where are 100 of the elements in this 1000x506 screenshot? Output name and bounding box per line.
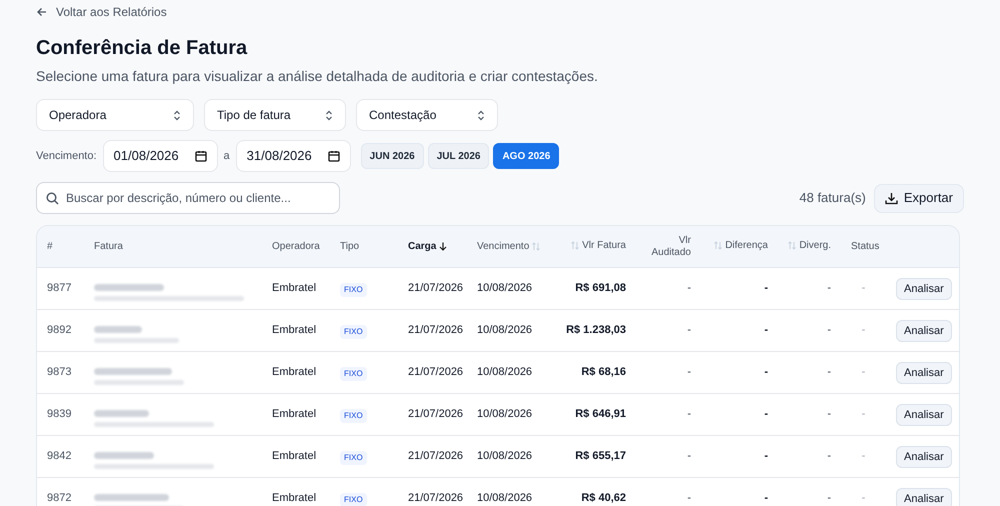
filter-select[interactable]: Tipo de fatura <box>204 99 346 131</box>
type-tag: FIXO <box>340 325 367 339</box>
divergence-count: - <box>827 282 831 294</box>
column-header: Fatura <box>94 240 123 254</box>
invoice-value: R$ 691,08 <box>575 282 626 294</box>
load-date: 21/07/2026 <box>408 282 464 294</box>
search-icon <box>46 192 59 205</box>
due-date-label: Vencimento: <box>36 148 97 164</box>
chevron-updown-icon <box>173 110 181 120</box>
audited-value: - <box>687 366 691 378</box>
column-header: # <box>47 240 53 254</box>
divergence-count: - <box>827 450 831 462</box>
status-value: - <box>862 282 866 294</box>
analyze-button[interactable]: Analisar <box>896 362 952 384</box>
page-subtitle: Selecione uma fatura para visualizar a análise detalhada de auditoria e criar contestações. <box>36 67 599 86</box>
difference-value: - <box>764 324 768 336</box>
load-date: 21/07/2026 <box>408 324 464 336</box>
column-header[interactable]: Diverg. <box>788 238 831 253</box>
chevron-updown-icon <box>325 110 333 120</box>
due-date: 10/08/2026 <box>477 408 532 420</box>
due-date: 10/08/2026 <box>477 450 532 462</box>
page-title: Conferência de Fatura <box>36 36 248 60</box>
audited-value: - <box>687 282 691 294</box>
audited-value: - <box>687 408 691 420</box>
invoice-value: R$ 68,16 <box>581 366 626 378</box>
due-date: 10/08/2026 <box>477 366 532 378</box>
calendar-icon[interactable] <box>194 150 207 162</box>
type-tag: FIXO <box>340 283 367 297</box>
column-header[interactable]: Vlr Fatura <box>571 238 626 253</box>
invoice-value: R$ 1.238,03 <box>566 324 626 336</box>
search-field[interactable]: Buscar por descrição, número ou cliente... <box>36 182 340 214</box>
difference-value: - <box>764 492 768 504</box>
analyze-button[interactable]: Analisar <box>896 278 952 300</box>
status-value: - <box>862 324 866 336</box>
date-to-field[interactable]: 31/08/2026 <box>236 140 351 172</box>
operator-name: Embratel <box>272 492 316 504</box>
divergence-count: - <box>827 366 831 378</box>
operator-name: Embratel <box>272 282 316 294</box>
date-from-field[interactable]: 01/08/2026 <box>102 140 218 172</box>
back-link[interactable]: Voltar aos Relatórios <box>36 5 964 19</box>
audited-value: - <box>687 492 691 504</box>
status-value: - <box>862 408 866 420</box>
invoice-number: 9872 <box>47 492 72 504</box>
load-date: 21/07/2026 <box>408 492 464 504</box>
status-value: - <box>862 450 866 462</box>
column-header[interactable]: Vencimento <box>477 238 540 254</box>
invoice-value: R$ 40,62 <box>581 492 626 504</box>
status-value: - <box>862 366 866 378</box>
load-date: 21/07/2026 <box>408 408 464 420</box>
sort-icon <box>714 240 722 250</box>
operator-name: Embratel <box>272 366 316 378</box>
analyze-button[interactable]: Analisar <box>896 404 952 426</box>
sort-icon <box>571 240 580 250</box>
column-header: Vlr Auditado <box>650 235 691 260</box>
sort-icon <box>532 242 540 251</box>
due-date: 10/08/2026 <box>477 324 532 336</box>
filter-select[interactable]: Contestação <box>356 99 498 131</box>
column-header: Status <box>851 240 880 254</box>
operator-name: Embratel <box>272 324 316 336</box>
date-range-separator: a <box>224 148 230 164</box>
invoice-number: 9873 <box>47 366 72 378</box>
month-chip[interactable]: AGO 2026 <box>493 143 560 169</box>
invoice-number: 9842 <box>47 450 72 462</box>
invoice-value: R$ 646,91 <box>575 408 626 420</box>
back-arrow-icon <box>36 6 48 18</box>
invoice-value: R$ 655,17 <box>575 450 626 462</box>
operator-name: Embratel <box>272 450 316 462</box>
type-tag: FIXO <box>340 493 367 506</box>
analyze-button[interactable]: Analisar <box>896 320 952 342</box>
sort-down-icon <box>439 242 448 251</box>
invoice-number: 9839 <box>47 408 72 420</box>
difference-value: - <box>764 366 768 378</box>
due-date: 10/08/2026 <box>477 282 532 294</box>
audited-value: - <box>687 450 691 462</box>
export-button[interactable]: Exportar <box>874 184 964 212</box>
difference-value: - <box>764 282 768 294</box>
download-icon <box>884 192 898 204</box>
month-chip[interactable]: JUL 2026 <box>428 143 490 169</box>
calendar-icon[interactable] <box>328 150 340 162</box>
analyze-button[interactable]: Analisar <box>896 446 952 468</box>
month-chip[interactable]: JUN 2026 <box>360 143 424 169</box>
divergence-count: - <box>827 408 831 420</box>
type-tag: FIXO <box>340 409 367 423</box>
column-header[interactable]: Carga <box>408 238 448 254</box>
operator-name: Embratel <box>272 408 316 420</box>
invoice-number: 9892 <box>47 324 72 336</box>
audited-value: - <box>687 324 691 336</box>
due-date: 10/08/2026 <box>477 492 532 504</box>
analyze-button[interactable]: Analisar <box>896 488 952 506</box>
type-tag: FIXO <box>340 367 367 381</box>
filter-select[interactable]: Operadora <box>36 99 194 131</box>
difference-value: - <box>764 408 768 420</box>
difference-value: - <box>764 450 768 462</box>
invoice-number: 9877 <box>47 282 72 294</box>
column-header: Tipo <box>340 240 360 254</box>
column-header[interactable]: Diferença <box>714 238 768 253</box>
divergence-count: - <box>827 324 831 336</box>
sort-icon <box>788 240 796 250</box>
load-date: 21/07/2026 <box>408 450 464 462</box>
invoice-count: 48 fatura(s) <box>799 189 866 208</box>
